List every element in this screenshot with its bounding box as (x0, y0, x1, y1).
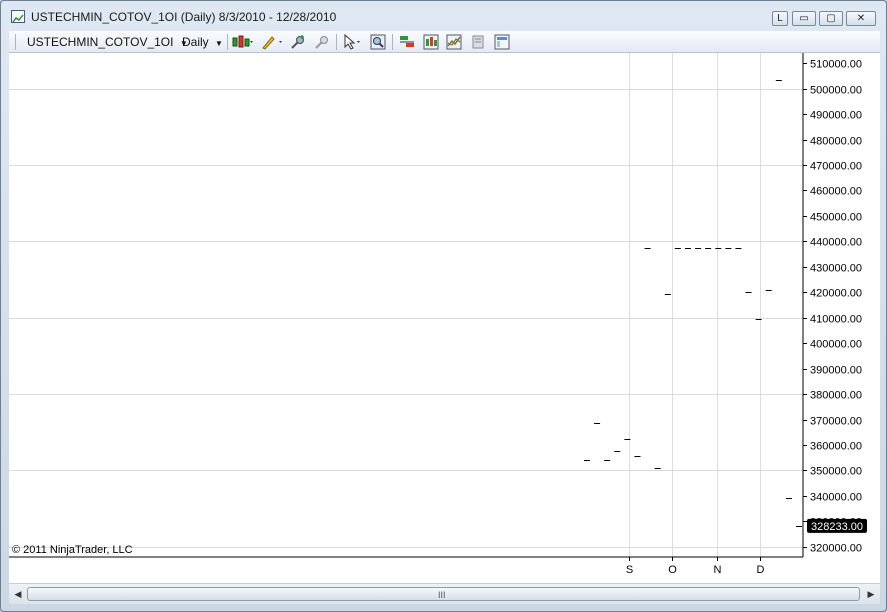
last-price-marker: 328233.00 (807, 518, 867, 533)
price-tick-label: 380000.00 (810, 390, 862, 402)
instrument-label: USTECHMIN_COTOV_1OI (27, 35, 174, 49)
price-tick-label: 510000.00 (810, 59, 862, 71)
order-entry-icon[interactable] (399, 34, 415, 50)
scroll-thumb[interactable]: III (27, 587, 860, 601)
time-axis[interactable]: SOND (626, 557, 765, 576)
price-tick-label: 440000.00 (810, 237, 862, 249)
price-tick-label: 480000.00 (810, 136, 862, 148)
layout-button[interactable]: L (772, 11, 788, 26)
price-tick-label: 320000.00 (810, 543, 862, 555)
templates-icon[interactable] (494, 34, 510, 50)
price-tick-label: 410000.00 (810, 314, 862, 326)
time-tick-label: D (757, 564, 765, 576)
copyright-text: © 2011 NinjaTrader, LLC (12, 544, 133, 556)
price-axis[interactable]: 320000.00330000.00340000.00350000.003600… (803, 59, 862, 555)
period-selector[interactable]: Daily ▼ (182, 35, 223, 49)
time-tick-label: S (626, 564, 633, 576)
chevron-down-icon: ▼ (215, 39, 223, 48)
toolbar-separator (227, 34, 228, 50)
price-tick-label: 390000.00 (810, 365, 862, 377)
price-tick-label: 360000.00 (810, 441, 862, 453)
close-button[interactable]: ✕ (846, 11, 876, 26)
chart-toolbar: USTECHMIN_COTOV_1OI ▼ Daily ▼ (9, 31, 880, 53)
price-tick-label: 340000.00 (810, 492, 862, 504)
price-tick-label: 450000.00 (810, 212, 862, 224)
indicators-icon[interactable] (423, 34, 439, 50)
horizontal-scrollbar[interactable]: ◀ III ▶ (9, 583, 880, 604)
cursor-icon[interactable] (342, 33, 360, 50)
chart-app-icon (11, 10, 25, 23)
price-tick-label: 350000.00 (810, 466, 862, 478)
scroll-left-icon[interactable]: ◀ (11, 587, 25, 601)
grid-lines (9, 53, 803, 557)
price-tick-label: 430000.00 (810, 263, 862, 275)
time-tick-label: O (668, 564, 677, 576)
price-tick-label: 370000.00 (810, 416, 862, 428)
time-tick-label: N (714, 564, 722, 576)
toolbar-separator (392, 34, 393, 50)
chart-style-icon[interactable] (232, 34, 253, 50)
window-title: USTECHMIN_COTOV_1OI (Daily) 8/3/2010 - 1… (31, 10, 337, 24)
scroll-grip: III (438, 590, 446, 600)
last-price-label: 328233.00 (811, 521, 863, 533)
price-tick-label: 420000.00 (810, 288, 862, 300)
price-tick-label: 500000.00 (810, 85, 862, 97)
price-tick-label: 490000.00 (810, 110, 862, 122)
zoom-in-icon[interactable] (290, 34, 306, 50)
data-box-icon[interactable] (370, 34, 386, 50)
price-tick-label: 400000.00 (810, 339, 862, 351)
toolbar-separator (15, 34, 16, 50)
title-bar[interactable]: USTECHMIN_COTOV_1OI (Daily) 8/3/2010 - 1… (1, 1, 886, 31)
drawing-tool-icon[interactable] (261, 34, 282, 50)
properties-icon[interactable] (470, 34, 486, 50)
scroll-right-icon[interactable]: ▶ (864, 587, 878, 601)
price-chart[interactable]: 320000.00330000.00340000.00350000.003600… (9, 53, 880, 583)
chart-panel[interactable]: 320000.00330000.00340000.00350000.003600… (9, 53, 880, 583)
period-label: Daily (182, 35, 209, 49)
instrument-selector[interactable]: USTECHMIN_COTOV_1OI ▼ (27, 35, 188, 49)
toolbar-separator (336, 34, 337, 50)
chart-window: USTECHMIN_COTOV_1OI (Daily) 8/3/2010 - 1… (0, 0, 887, 612)
price-tick-label: 460000.00 (810, 186, 862, 198)
price-tick-label: 470000.00 (810, 161, 862, 173)
data-markers (584, 80, 802, 527)
minimize-button[interactable]: ▭ (792, 11, 816, 26)
zoom-out-icon[interactable] (314, 34, 330, 50)
strategies-icon[interactable] (446, 34, 462, 50)
maximize-button[interactable]: ▢ (819, 11, 843, 26)
